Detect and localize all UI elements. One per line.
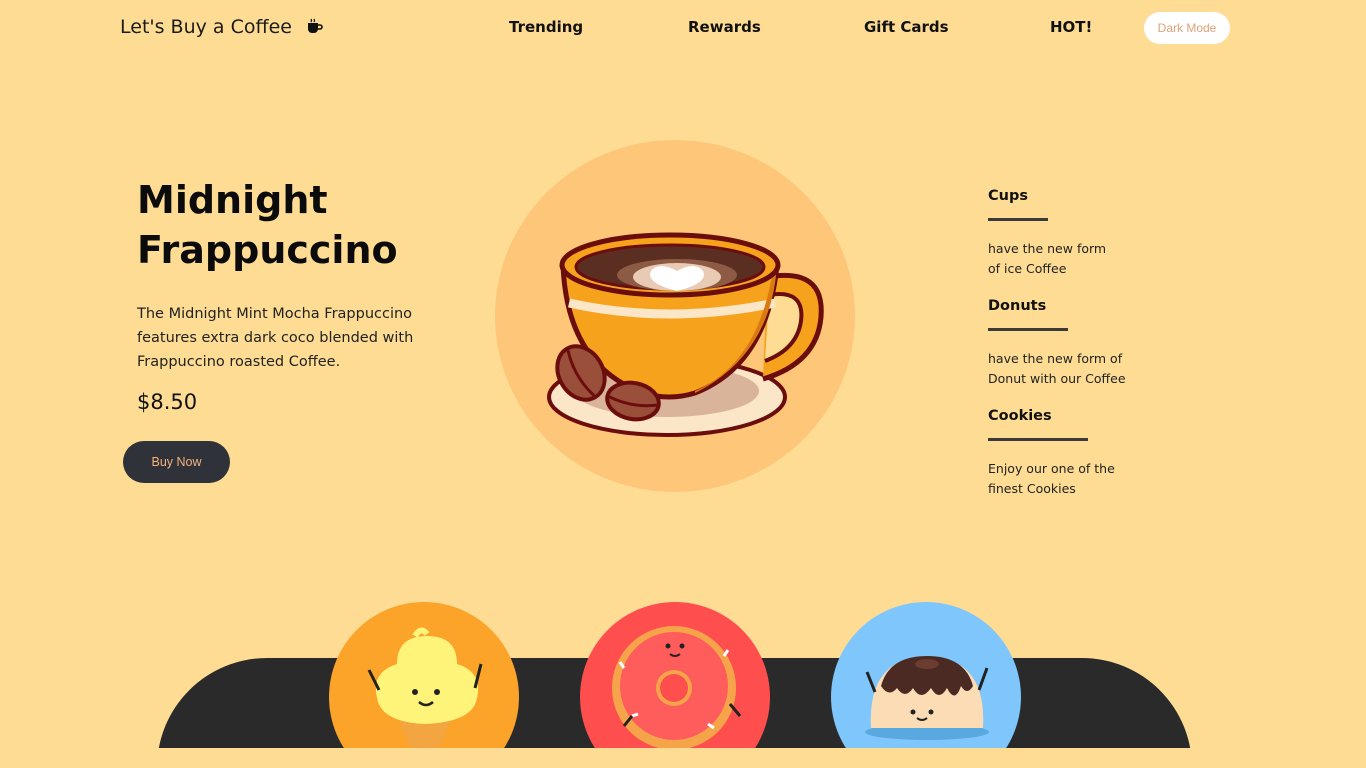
feature-title: Donuts [988, 298, 1047, 314]
product-donut[interactable] [580, 602, 770, 768]
feature-cups: Cups have the new form of ice Coffee [988, 188, 1188, 279]
feature-text: have the new form of ice Coffee [988, 241, 1107, 276]
dark-mode-button[interactable]: Dark Mode [1144, 12, 1230, 44]
nav-trending[interactable]: Trending [509, 18, 583, 36]
buy-now-button[interactable]: Buy Now [123, 441, 230, 483]
nav-rewards[interactable]: Rewards [688, 18, 761, 36]
brand-title: Let's Buy a Coffee [120, 16, 292, 38]
page-bottom-edge [0, 748, 1366, 768]
feature-text: have the new form of Donut with our Coff… [988, 351, 1126, 386]
nav-hot[interactable]: HOT! [1050, 18, 1092, 36]
ice-cream-illustration [367, 627, 483, 768]
feature-text: Enjoy our one of the finest Cookies [988, 461, 1115, 496]
feature-cookies: Cookies Enjoy our one of the finest Cook… [988, 408, 1188, 499]
product-title: Midnight Frappuccino [137, 175, 457, 275]
feature-donuts: Donuts have the new form of Donut with o… [988, 298, 1188, 389]
product-ice-cream[interactable] [329, 602, 519, 768]
feature-divider [988, 218, 1048, 221]
coffee-cup-illustration [545, 225, 835, 455]
nav-gift-cards[interactable]: Gift Cards [864, 18, 949, 36]
brand[interactable]: Let's Buy a Coffee [120, 16, 324, 38]
coffee-cup-icon [306, 18, 324, 36]
product-description: The Midnight Mint Mocha Frappuccino feat… [137, 306, 414, 370]
feature-title: Cookies [988, 408, 1052, 424]
feature-divider [988, 328, 1068, 331]
feature-title: Cups [988, 188, 1028, 204]
top-nav: Let's Buy a Coffee Trending Rewards Gift… [0, 0, 1366, 58]
product-title-line2: Frappuccino [137, 228, 398, 272]
product-pudding[interactable] [831, 602, 1021, 768]
donut-illustration [612, 626, 742, 750]
feature-divider [988, 438, 1088, 441]
pudding-illustration [865, 656, 989, 740]
product-title-line1: Midnight [137, 178, 328, 222]
product-price: $8.50 [137, 390, 198, 414]
